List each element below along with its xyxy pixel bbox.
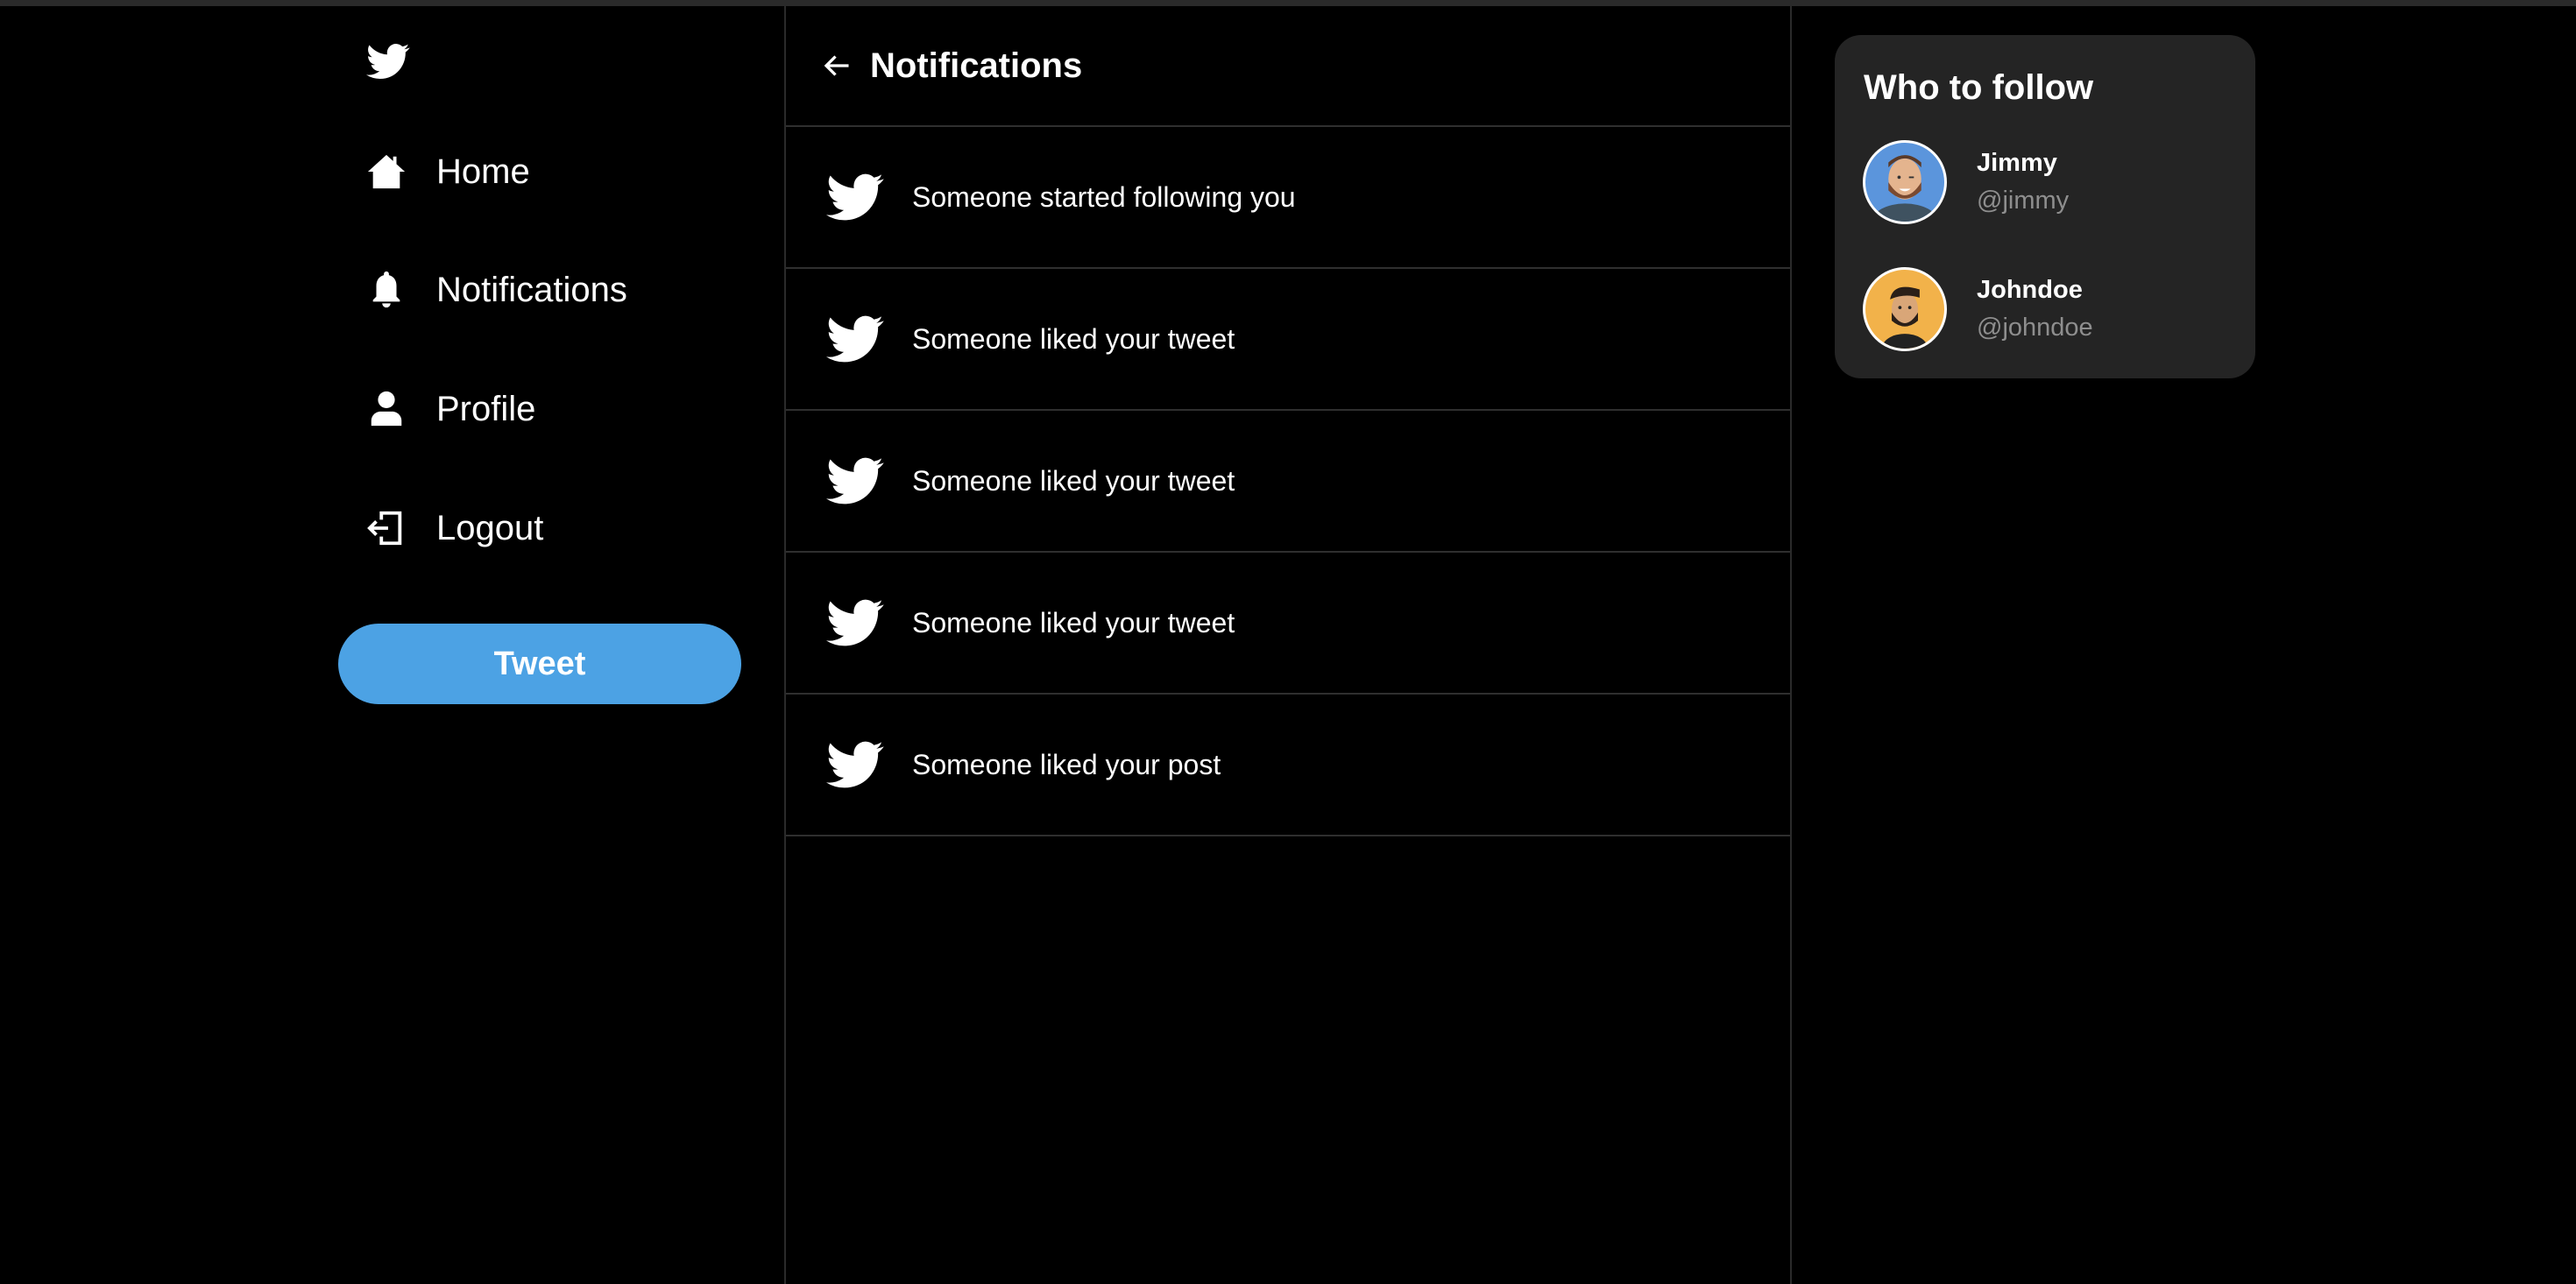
- follow-suggestion-johndoe[interactable]: Johndoe @johndoe: [1863, 267, 2093, 351]
- home-icon: [367, 154, 406, 189]
- sidebar-item-label: Logout: [436, 508, 544, 547]
- user-handle: @johndoe: [1977, 314, 2093, 342]
- notifications-panel: Notifications Someone started following …: [784, 6, 1792, 1284]
- twitter-bird-icon: [826, 594, 884, 652]
- sidebar-item-notifications[interactable]: Notifications: [366, 270, 627, 310]
- avatar: [1863, 267, 1947, 351]
- user-name: Johndoe: [1977, 276, 2083, 304]
- notification-text: Someone liked your tweet: [912, 606, 1235, 638]
- notification-item[interactable]: Someone liked your post: [786, 695, 1790, 836]
- who-to-follow-card: Who to follow Jimmy @jimmy Johndoe @johndo…: [1835, 35, 2255, 378]
- sidebar: Home Notifications Profile Logout Tweet: [0, 6, 785, 1284]
- notifications-header: Notifications: [786, 6, 1790, 127]
- window-top-bar: [0, 0, 2576, 6]
- follow-suggestion-jimmy[interactable]: Jimmy @jimmy: [1863, 140, 2069, 224]
- who-to-follow-title: Who to follow: [1864, 68, 2094, 107]
- sidebar-item-logout[interactable]: Logout: [366, 508, 543, 548]
- sidebar-item-label: Notifications: [436, 270, 627, 309]
- sidebar-item-home[interactable]: Home: [366, 152, 530, 192]
- logout-icon: [367, 511, 402, 546]
- twitter-bird-icon: [826, 736, 884, 794]
- user-handle: @jimmy: [1977, 187, 2070, 215]
- notification-text: Someone liked your tweet: [912, 464, 1235, 497]
- sidebar-item-label: Home: [436, 152, 530, 191]
- tweet-button[interactable]: Tweet: [338, 624, 741, 704]
- user-icon: [371, 391, 402, 427]
- sidebar-item-label: Profile: [436, 389, 536, 428]
- avatar: [1863, 140, 1947, 224]
- bell-icon: [372, 271, 400, 308]
- twitter-bird-icon: [826, 452, 884, 510]
- twitter-bird-icon: [826, 168, 884, 226]
- user-name: Jimmy: [1977, 149, 2057, 177]
- back-arrow-icon[interactable]: [821, 50, 853, 81]
- notification-item[interactable]: Someone started following you: [786, 127, 1790, 269]
- sidebar-item-profile[interactable]: Profile: [366, 389, 535, 429]
- notification-text: Someone started following you: [912, 180, 1296, 213]
- twitter-logo-icon[interactable]: [366, 39, 410, 83]
- notification-item[interactable]: Someone liked your tweet: [786, 269, 1790, 411]
- notification-item[interactable]: Someone liked your tweet: [786, 553, 1790, 695]
- notification-item[interactable]: Someone liked your tweet: [786, 411, 1790, 553]
- page-title: Notifications: [870, 46, 1083, 85]
- notification-text: Someone liked your post: [912, 748, 1221, 780]
- twitter-bird-icon: [826, 310, 884, 368]
- notification-text: Someone liked your tweet: [912, 322, 1235, 355]
